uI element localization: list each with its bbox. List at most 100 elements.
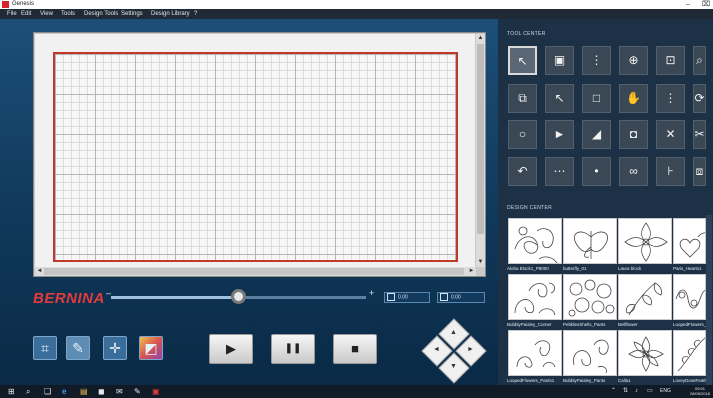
pen-icon: ✎ xyxy=(72,340,84,356)
play-button[interactable]: ▶ xyxy=(209,334,253,364)
menu-help[interactable]: ? xyxy=(194,9,197,19)
design-thumbnail[interactable] xyxy=(618,218,672,264)
tool-delete-node[interactable]: ⋮ xyxy=(582,46,611,75)
tool-undo[interactable]: ↶ xyxy=(508,157,537,186)
butterfly-pattern-icon xyxy=(574,231,608,259)
crosshair-button[interactable]: ✛ xyxy=(103,336,127,360)
menu-view[interactable]: View xyxy=(40,9,53,19)
height-icon xyxy=(440,293,448,301)
node-edit-icon: ▣ xyxy=(553,53,566,67)
tool-rotate[interactable]: ⟳ xyxy=(693,84,706,113)
tool-scatter[interactable]: ✕ xyxy=(656,120,685,149)
gradient-icon: ◩ xyxy=(144,340,158,356)
stop-button[interactable]: ■ xyxy=(333,334,377,364)
pause-icon: ❚❚ xyxy=(284,343,302,354)
menu-design-library[interactable]: Design Library xyxy=(151,9,190,19)
tray-chevron-icon[interactable]: ⌃ xyxy=(611,387,616,396)
tool-link[interactable]: ∞ xyxy=(619,157,648,186)
arrow-right-icon: ► xyxy=(467,346,474,353)
crop-button[interactable]: ⌗ xyxy=(33,336,57,360)
vertical-scroll-thumb[interactable] xyxy=(477,44,484,234)
design-thumbnail[interactable] xyxy=(673,274,706,320)
tool-align[interactable]: ⋮ xyxy=(656,84,685,113)
scroll-right-icon[interactable]: ► xyxy=(467,267,476,276)
genesis-app-icon[interactable]: ▣ xyxy=(152,387,160,396)
shape-icon: ◢ xyxy=(591,127,602,141)
tool-zoom-fit[interactable]: ⌕ xyxy=(693,46,706,75)
tool-stitch[interactable]: ⋯ xyxy=(545,157,574,186)
taskbar xyxy=(0,385,713,398)
design-thumbnail[interactable] xyxy=(508,274,562,320)
language-indicator[interactable]: ENG xyxy=(660,387,671,396)
task-view-icon[interactable]: ❑ xyxy=(44,387,51,396)
horizontal-scroll-thumb[interactable] xyxy=(44,268,464,275)
tool-flag[interactable]: ► xyxy=(545,120,574,149)
design-thumbnail[interactable] xyxy=(563,274,617,320)
tool-dot[interactable]: • xyxy=(582,157,611,186)
design-thumbnail[interactable] xyxy=(673,330,706,376)
scissors-icon: ✂ xyxy=(694,127,705,141)
tool-zoom-in[interactable]: ⊕ xyxy=(619,46,648,75)
swirl-pattern-icon xyxy=(514,226,558,264)
design-thumbnail[interactable] xyxy=(508,218,562,264)
design-label: Calla1 xyxy=(618,376,674,385)
tool-ruler[interactable]: ⊦ xyxy=(656,157,685,186)
stop-icon: ■ xyxy=(351,341,359,356)
tool-node-edit[interactable]: ▣ xyxy=(545,46,574,75)
tool-pan[interactable]: ✋ xyxy=(619,84,648,113)
draw-button[interactable]: ✎ xyxy=(66,336,90,360)
edge-icon[interactable]: e xyxy=(62,387,66,396)
close-button[interactable]: ⌧ xyxy=(702,0,710,9)
design-thumbnail[interactable] xyxy=(673,218,706,264)
menu-file[interactable]: File xyxy=(7,9,17,19)
design-thumbnail[interactable] xyxy=(618,330,672,376)
tool-move[interactable]: ⧉ xyxy=(508,84,537,113)
design-thumbnail[interactable] xyxy=(618,274,672,320)
volume-icon[interactable]: ♪ xyxy=(635,387,638,396)
windows-icon[interactable]: ⊞ xyxy=(8,387,15,396)
tool-rectangle-select[interactable]: □ xyxy=(582,84,611,113)
square-node-icon: ◘ xyxy=(629,127,638,141)
menu-edit[interactable]: Edit xyxy=(21,9,31,19)
design-thumbnail[interactable] xyxy=(563,330,617,376)
design-thumbnail[interactable] xyxy=(563,218,617,264)
zoom-slider-fill xyxy=(111,296,239,299)
design-thumbnail[interactable] xyxy=(508,330,562,376)
explorer-icon[interactable]: ▤ xyxy=(80,387,88,396)
zoom-in-icon[interactable]: + xyxy=(369,288,374,298)
tool-zoom-1to1[interactable]: ⊡ xyxy=(656,46,685,75)
scroll-left-icon[interactable]: ◄ xyxy=(35,267,44,276)
color-button[interactable]: ◩ xyxy=(139,336,163,360)
height-value: 0.00 xyxy=(451,294,461,301)
looped-pants-pattern-icon xyxy=(516,340,556,368)
network-icon[interactable]: ⇅ xyxy=(623,387,628,396)
design-label: LoopedFlowers_Bo xyxy=(673,320,706,330)
clock[interactable]: 09:01 28/05/2018 xyxy=(690,386,710,396)
tool-square-node[interactable]: ◘ xyxy=(619,120,648,149)
menu-tools[interactable]: Tools xyxy=(61,9,75,19)
tool-export[interactable]: ⧈ xyxy=(693,157,706,186)
design-center-scrollbar[interactable] xyxy=(706,215,712,385)
search-icon[interactable]: ⌕ xyxy=(26,387,30,396)
scroll-down-icon[interactable]: ▼ xyxy=(476,258,485,267)
tool-circle[interactable]: ○ xyxy=(508,120,537,149)
undo-icon: ↶ xyxy=(517,164,528,178)
store-icon[interactable]: ◼ xyxy=(98,387,105,396)
pen-icon[interactable]: ✎ xyxy=(134,387,141,396)
width-value: 0.00 xyxy=(398,294,408,301)
minimize-button[interactable]: – xyxy=(686,0,690,9)
crosshair-icon: ✛ xyxy=(109,340,121,356)
mail-icon[interactable]: ✉ xyxy=(116,387,123,396)
tool-select[interactable]: ↖ xyxy=(508,46,537,75)
menu-design-tools[interactable]: Design Tools xyxy=(84,9,118,19)
zoom-slider-thumb[interactable] xyxy=(231,289,246,304)
tool-shape[interactable]: ◢ xyxy=(582,120,611,149)
tool-pointer[interactable]: ↖ xyxy=(545,84,574,113)
battery-icon[interactable]: ▭ xyxy=(647,387,653,396)
zoom-fit-icon: ⌕ xyxy=(696,53,703,67)
pause-button[interactable]: ❚❚ xyxy=(271,334,315,364)
menu-settings[interactable]: Settings xyxy=(121,9,143,19)
scroll-up-icon[interactable]: ▲ xyxy=(476,34,485,43)
tool-scissors[interactable]: ✂ xyxy=(693,120,706,149)
quilt-grid[interactable] xyxy=(53,52,458,262)
